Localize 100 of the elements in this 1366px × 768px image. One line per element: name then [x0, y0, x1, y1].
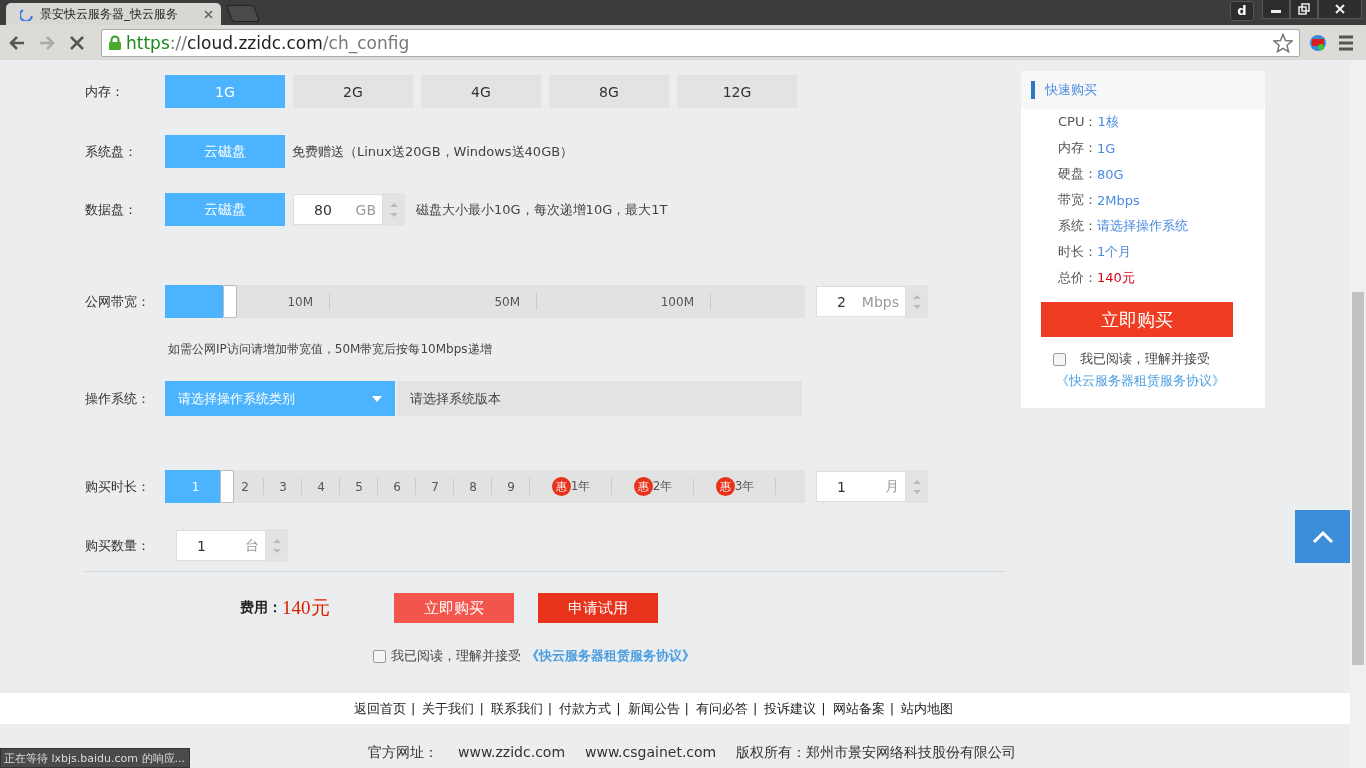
- copyright-text: 版权所有：郑州市景安网络科技股份有限公司: [736, 744, 1017, 762]
- field-label: 系统盘：: [85, 142, 138, 161]
- discount-badge: 惠: [633, 477, 653, 496]
- duration-option[interactable]: 3年: [734, 478, 755, 495]
- extension-icon[interactable]: [1308, 32, 1328, 53]
- disk-note: 免费赠送（Linux送20GB，Windows送40GB）: [292, 142, 574, 161]
- footer-link[interactable]: 返回首页: [354, 699, 406, 718]
- discount-badge: 惠: [551, 477, 571, 496]
- summary-label: 时长：: [1058, 243, 1097, 261]
- separator: |: [479, 701, 484, 716]
- fee-label: 费用：: [240, 599, 282, 617]
- footer-link[interactable]: 新闻公告: [627, 699, 680, 718]
- summary-value: 1G: [1097, 140, 1116, 156]
- duration-option[interactable]: 2年: [652, 478, 673, 495]
- footer-link[interactable]: 站内地图: [901, 699, 954, 718]
- duration-option[interactable]: 1年: [570, 478, 591, 495]
- summary-value: 80G: [1097, 166, 1124, 182]
- url-text: https://cloud.zzidc.com/ch_config: [126, 32, 410, 53]
- field-label: 购买时长：: [85, 477, 151, 496]
- footer-link[interactable]: 关于我们: [422, 699, 475, 718]
- agreement-checkbox[interactable]: [373, 649, 386, 663]
- restore-button[interactable]: [1290, 0, 1318, 19]
- disk-note: 磁盘大小最小10G，每次递增10G，最大1T: [416, 200, 668, 219]
- site-label: 官方网址：: [368, 744, 438, 762]
- close-button[interactable]: [1318, 0, 1362, 19]
- separator: |: [547, 701, 553, 716]
- footer-link[interactable]: 联系我们: [490, 699, 543, 718]
- memory-option[interactable]: 12G: [677, 75, 797, 108]
- duration-option[interactable]: 5: [355, 479, 363, 494]
- duration-field[interactable]: 1 月: [816, 471, 906, 502]
- footer-link[interactable]: 投诉建议: [764, 699, 817, 718]
- back-to-top-button[interactable]: [1295, 510, 1350, 563]
- summary-value: 140元: [1097, 269, 1135, 287]
- spinner-buttons[interactable]: [383, 193, 405, 226]
- separator: |: [684, 701, 689, 716]
- summary-label: 系统：: [1058, 217, 1097, 235]
- caret-icon: [372, 395, 382, 402]
- bandwidth-field[interactable]: 2 Mbps: [816, 286, 906, 317]
- summary-value: 请选择操作系统: [1097, 217, 1188, 235]
- memory-option[interactable]: 8G: [549, 75, 669, 108]
- memory-option[interactable]: 4G: [421, 75, 541, 108]
- footer-link[interactable]: 付款方式: [559, 699, 612, 718]
- memory-option[interactable]: 2G: [293, 75, 413, 108]
- field-label: 操作系统：: [85, 389, 151, 408]
- address-bar[interactable]: https://cloud.zzidc.com/ch_config: [101, 28, 1300, 57]
- scale-label: 50M: [494, 294, 520, 309]
- field-label: 内存：: [85, 82, 125, 101]
- os-version-select[interactable]: 请选择系统版本: [397, 381, 802, 416]
- quantity-field[interactable]: 1 台: [176, 530, 266, 561]
- site-url: www.zzidc.com: [458, 744, 566, 762]
- bandwidth-hint: 如需公网IP访问请增加带宽值，50M带宽后按每10Mbps递增: [168, 341, 493, 358]
- footer-link[interactable]: 网站备案: [832, 699, 885, 718]
- profile-button[interactable]: d: [1230, 1, 1254, 21]
- spinner-icon: [20, 7, 34, 21]
- close-icon[interactable]: [204, 9, 213, 19]
- spinner-buttons[interactable]: [906, 470, 928, 503]
- spinner-buttons[interactable]: [906, 285, 928, 318]
- agreement-checkbox[interactable]: [1053, 352, 1066, 366]
- lock-icon: [108, 34, 122, 51]
- minimize-button[interactable]: [1262, 0, 1290, 19]
- separator: |: [752, 701, 758, 716]
- restore-icon: [1298, 3, 1310, 15]
- duration-option[interactable]: 9: [507, 479, 515, 494]
- disk-size-field[interactable]: 80 GB: [293, 194, 383, 225]
- field-label: 购买数量：: [85, 536, 151, 555]
- close-icon: [1334, 3, 1346, 15]
- duration-option[interactable]: 8: [469, 479, 477, 494]
- panel-title: 快速购买: [1045, 81, 1097, 99]
- star-icon[interactable]: [1273, 32, 1293, 53]
- summary-value: 1个月: [1097, 243, 1132, 261]
- scale-label: 100M: [660, 294, 694, 309]
- field-label: 公网带宽：: [85, 292, 151, 311]
- summary-value: 2Mbps: [1097, 192, 1140, 208]
- separator: |: [821, 701, 826, 716]
- scrollbar-thumb[interactable]: [1352, 292, 1364, 665]
- summary-label: 带宽：: [1058, 191, 1097, 209]
- agreement-text: 我已阅读，理解并接受: [1080, 350, 1210, 368]
- slider-handle[interactable]: [220, 470, 235, 503]
- summary-label: 总价：: [1058, 269, 1097, 287]
- action-button[interactable]: 申请试用: [538, 593, 658, 623]
- duration-option[interactable]: 7: [431, 479, 439, 494]
- spinner-buttons[interactable]: [266, 529, 288, 562]
- duration-option[interactable]: 3: [279, 479, 287, 494]
- summary-label: 硬盘：: [1058, 165, 1097, 183]
- footer-link[interactable]: 有问必答: [695, 699, 748, 718]
- summary-label: CPU：: [1058, 113, 1098, 131]
- duration-option[interactable]: 2: [241, 479, 249, 494]
- duration-option[interactable]: 6: [393, 479, 401, 494]
- separator: |: [411, 701, 416, 716]
- separator: |: [616, 701, 621, 716]
- agreement-text: 我已阅读，理解并接受: [391, 647, 521, 665]
- browser-tab[interactable]: 景安快云服务器_快云服务: [6, 3, 221, 25]
- duration-option[interactable]: 4: [317, 479, 325, 494]
- chevron-up-icon: [1311, 529, 1334, 544]
- tab-title: 景安快云服务器_快云服务: [40, 5, 179, 23]
- separator: |: [889, 701, 895, 716]
- discount-badge: 惠: [715, 477, 735, 496]
- summary-label: 内存：: [1058, 139, 1097, 157]
- buy-now-button[interactable]: 立即购买: [1041, 302, 1233, 337]
- status-bubble: 正在等待 lxbjs.baidu.com 的响应...: [0, 748, 191, 768]
